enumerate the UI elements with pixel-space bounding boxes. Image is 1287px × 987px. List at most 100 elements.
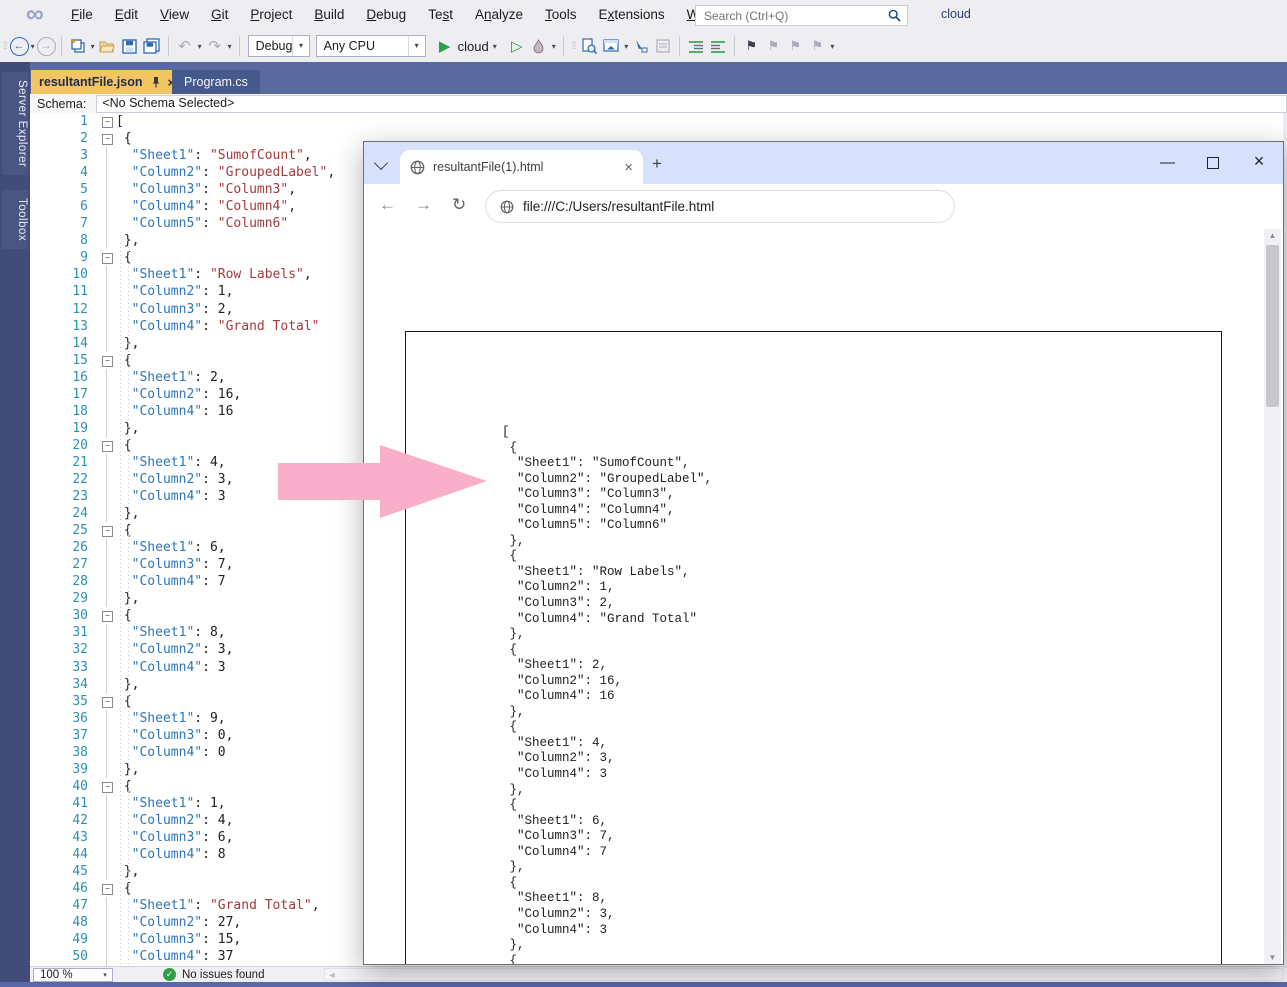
collapse-icon[interactable]: − — [102, 782, 113, 793]
menu-edit[interactable]: Edit — [104, 0, 149, 30]
quick-search-box[interactable] — [695, 5, 908, 26]
url-text[interactable]: file:///C:/Users/resultantFile.html — [523, 199, 714, 214]
collapse-icon[interactable]: − — [102, 697, 113, 708]
schema-combo[interactable]: <No Schema Selected> — [96, 95, 1287, 113]
line-number: 26 — [30, 539, 100, 556]
menu-build[interactable]: Build — [303, 0, 355, 30]
menu-git[interactable]: Git — [200, 0, 239, 30]
browser-vertical-scrollbar[interactable]: ▲ ▼ — [1264, 229, 1281, 964]
editor-zoom-combo[interactable]: 100 % ▾ — [33, 968, 113, 982]
collapse-icon[interactable]: − — [102, 884, 113, 895]
collapse-icon[interactable]: − — [102, 253, 113, 264]
fold-collapse-box[interactable]: − — [100, 437, 116, 454]
maximize-window-icon[interactable] — [1207, 157, 1219, 169]
collapse-icon[interactable]: − — [102, 526, 113, 537]
pointer-select-icon[interactable] — [631, 34, 651, 58]
pin-icon[interactable] — [151, 76, 161, 88]
navigate-backward-caret-icon[interactable]: ▾ — [31, 42, 35, 51]
tab-resultantfile-json[interactable]: resultantFile.json × — [31, 70, 183, 94]
code-text: "Column3": "Column3", — [116, 181, 296, 198]
fold-collapse-box[interactable]: − — [100, 880, 116, 897]
scroll-up-icon[interactable]: ▲ — [1264, 231, 1281, 240]
code-text: "Sheet1": 4, — [116, 454, 226, 471]
fold-collapse-box[interactable]: − — [100, 113, 116, 130]
menu-view[interactable]: View — [149, 0, 200, 30]
menu-extensions[interactable]: Extensions — [588, 0, 676, 30]
line-number: 5 — [30, 181, 100, 198]
collapse-icon[interactable]: − — [102, 611, 113, 622]
fold-scope-line — [100, 454, 116, 471]
document-health-check-icon[interactable]: ✓ — [163, 968, 176, 981]
line-number: 28 — [30, 573, 100, 590]
close-tab-icon[interactable]: × — [624, 159, 633, 176]
start-without-debugging-icon[interactable]: ▷ — [507, 34, 527, 58]
collapse-icon[interactable]: − — [102, 356, 113, 367]
properties-icon — [653, 34, 673, 58]
menu-file[interactable]: File — [60, 0, 104, 30]
fold-collapse-box[interactable]: − — [100, 607, 116, 624]
fold-scope-line — [100, 164, 116, 181]
toolbar-drag-handle[interactable]: ⁞⁞ — [3, 41, 7, 52]
search-input[interactable] — [702, 8, 888, 24]
code-text: "Column4": "Grand Total" — [116, 318, 320, 335]
navigate-backward-icon[interactable]: ← — [10, 37, 29, 56]
combo-caret-icon[interactable]: ▾ — [292, 36, 308, 56]
start-debugging-icon[interactable]: ▶ — [435, 34, 455, 58]
collapse-icon[interactable]: − — [102, 134, 113, 145]
fold-collapse-box[interactable]: − — [100, 778, 116, 795]
run-profile-caret-icon[interactable]: ▾ — [493, 42, 497, 51]
menu-project[interactable]: Project — [239, 0, 303, 30]
fold-scope-line — [100, 369, 116, 386]
collapse-icon[interactable]: − — [102, 117, 113, 128]
fold-collapse-box[interactable]: − — [100, 249, 116, 266]
menu-debug[interactable]: Debug — [355, 0, 417, 30]
new-tab-button[interactable]: + — [652, 154, 662, 174]
close-window-icon[interactable]: × — [1252, 151, 1266, 172]
open-file-icon[interactable] — [98, 34, 118, 58]
fold-collapse-box[interactable]: − — [100, 352, 116, 369]
editor-horizontal-scrollbar[interactable]: ◄ — [324, 968, 1283, 981]
fold-collapse-box[interactable]: − — [100, 693, 116, 710]
find-in-files-icon[interactable] — [579, 34, 599, 58]
scroll-down-icon[interactable]: ▼ — [1264, 953, 1281, 962]
solution-explorer-icon[interactable] — [601, 34, 621, 58]
fold-collapse-box[interactable]: − — [100, 522, 116, 539]
account-name[interactable]: cloud — [941, 7, 971, 21]
new-project-icon[interactable] — [68, 34, 88, 58]
scrollbar-thumb[interactable] — [1266, 245, 1279, 407]
debug-target-combo[interactable]: Debug ▾ — [248, 35, 310, 57]
browser-reload-icon[interactable]: ↻ — [452, 195, 466, 215]
combo-caret-icon[interactable]: ▾ — [408, 36, 425, 56]
fold-scope-line — [100, 318, 116, 335]
visual-studio-logo: ∞ — [26, 5, 60, 25]
vs-toolbar: ⁞⁞ ← ▾ → ▾ ↶ ▾ ↷ ▾ Debug ▾ Any CPU ▾ ▶ c… — [0, 30, 1287, 63]
indent-increase-icon[interactable] — [708, 34, 728, 58]
platform-combo[interactable]: Any CPU ▾ — [316, 35, 426, 57]
browser-forward-icon[interactable]: → — [415, 195, 432, 215]
toggle-bookmark-icon[interactable]: ⚑ — [741, 34, 761, 58]
menu-tools[interactable]: Tools — [534, 0, 588, 30]
tab-program-cs[interactable]: Program.cs — [172, 70, 260, 94]
run-profile-label[interactable]: cloud — [458, 39, 489, 54]
browser-back-icon[interactable]: ← — [379, 195, 396, 215]
sidebar-item-server-explorer[interactable]: Server Explorer — [2, 72, 28, 175]
code-text: "Column2": 3, — [116, 471, 233, 488]
combo-caret-icon[interactable]: ▾ — [98, 971, 112, 979]
collapse-icon[interactable]: − — [102, 441, 113, 452]
address-bar[interactable]: file:///C:/Users/resultantFile.html — [485, 190, 955, 223]
sidebar-item-toolbox[interactable]: Toolbox — [2, 190, 28, 249]
menu-analyze[interactable]: Analyze — [464, 0, 534, 30]
save-all-icon[interactable] — [142, 34, 162, 58]
save-icon[interactable] — [120, 34, 140, 58]
solution-explorer-caret-icon[interactable]: ▾ — [624, 42, 628, 51]
tab-search-chevron-icon[interactable] — [374, 156, 388, 170]
minimize-window-icon[interactable]: — — [1160, 154, 1174, 171]
indent-decrease-icon[interactable] — [686, 34, 706, 58]
fold-collapse-box[interactable]: − — [100, 130, 116, 147]
line-number: 3 — [30, 147, 100, 164]
browser-tab[interactable]: resultantFile(1).html × — [400, 150, 643, 184]
new-project-caret-icon[interactable]: ▾ — [91, 42, 95, 51]
scroll-left-icon[interactable]: ◄ — [327, 970, 336, 980]
menu-test[interactable]: Test — [417, 0, 464, 30]
toolbar-drag-handle[interactable]: ⁞⁞ — [572, 41, 576, 52]
